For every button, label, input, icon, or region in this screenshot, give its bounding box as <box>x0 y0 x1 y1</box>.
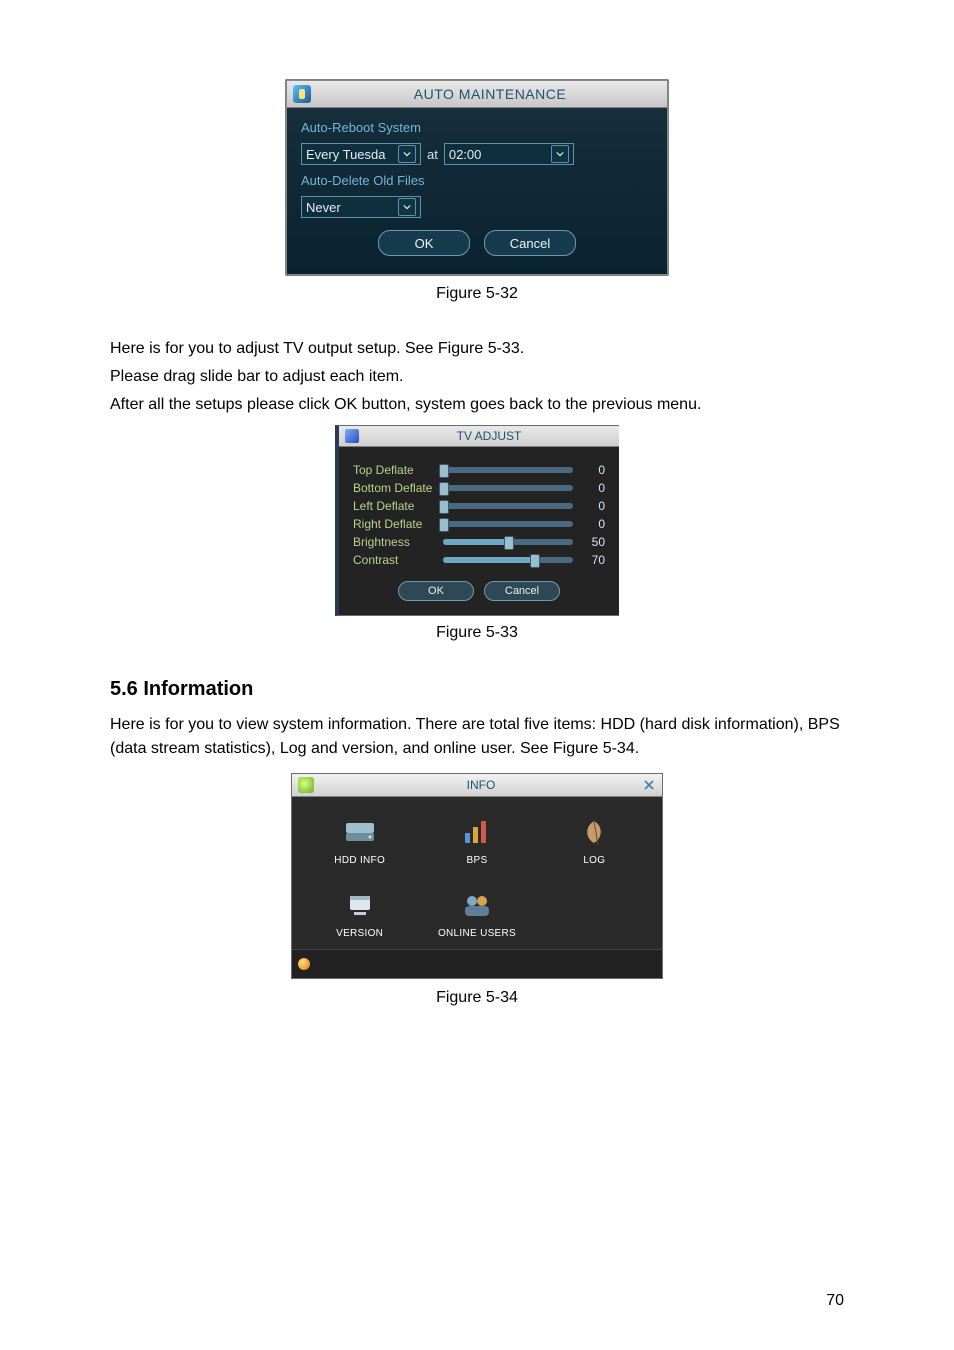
slider-row: Left Deflate 0 <box>353 499 605 513</box>
slider-row: Right Deflate 0 <box>353 517 605 531</box>
auto-reboot-label: Auto-Reboot System <box>301 118 653 137</box>
cancel-button[interactable]: Cancel <box>484 581 560 601</box>
slider-value: 0 <box>581 463 605 477</box>
tv-adjust-dialog: TV ADJUST Top Deflate0Bottom Deflate0Lef… <box>335 425 619 616</box>
slider-label: Top Deflate <box>353 463 441 477</box>
info-item-hdd[interactable]: HDD INFO <box>304 811 415 870</box>
ok-button[interactable]: OK <box>378 230 470 256</box>
body-text: After all the setups please click OK but… <box>110 393 844 417</box>
slider-value: 70 <box>581 553 605 567</box>
slider-track[interactable] <box>443 557 573 563</box>
info-dialog: INFO HDD INFO BPS LOG VERSION ONLINE USERS <box>291 773 663 979</box>
dialog-body: Auto-Reboot System Every Tuesda at 02:00… <box>287 108 667 274</box>
slider-label: Contrast <box>353 553 441 567</box>
reboot-day-select[interactable]: Every Tuesda <box>301 143 421 165</box>
body-text: Here is for you to adjust TV output setu… <box>110 337 844 361</box>
slider-label: Brightness <box>353 535 441 549</box>
section-heading: 5.6 Information <box>110 678 844 701</box>
tv-icon <box>345 429 359 443</box>
hdd-icon <box>340 815 380 849</box>
slider-value: 50 <box>581 535 605 549</box>
slider-track[interactable] <box>443 467 573 473</box>
reboot-day-value: Every Tuesda <box>306 147 386 162</box>
auto-delete-label: Auto-Delete Old Files <box>301 171 653 190</box>
dialog-body: Top Deflate 0 Bottom Deflate 0 Left Deflate 0… <box>339 447 619 615</box>
dialog-titlebar: TV ADJUST <box>339 426 619 447</box>
body-text: Here is for you to view system informati… <box>110 713 844 761</box>
info-menu-icon <box>298 777 314 793</box>
slider-row: Bottom Deflate 0 <box>353 481 605 495</box>
slider-value: 0 <box>581 481 605 495</box>
chevron-down-icon <box>398 198 416 216</box>
delete-files-select[interactable]: Never <box>301 196 421 218</box>
dialog-body: HDD INFO BPS LOG VERSION ONLINE USERS <box>292 797 662 949</box>
slider-row: Brightness 50 <box>353 535 605 549</box>
slider-thumb[interactable] <box>439 518 449 532</box>
chevron-down-icon <box>398 145 416 163</box>
info-item-label: BPS <box>467 855 488 866</box>
chevron-down-icon <box>551 145 569 163</box>
dialog-titlebar: AUTO MAINTENANCE <box>287 81 667 108</box>
figure-caption: Figure 5-33 <box>110 624 844 642</box>
slider-thumb[interactable] <box>504 536 514 550</box>
slider-label: Bottom Deflate <box>353 481 441 495</box>
at-label: at <box>427 147 438 162</box>
dialog-title: INFO <box>320 778 642 792</box>
slider-thumb[interactable] <box>439 482 449 496</box>
slider-label: Left Deflate <box>353 499 441 513</box>
close-icon[interactable] <box>642 778 656 792</box>
version-icon <box>340 888 380 922</box>
reboot-time-select[interactable]: 02:00 <box>444 143 574 165</box>
slider-thumb[interactable] <box>530 554 540 568</box>
dialog-titlebar: INFO <box>292 774 662 797</box>
hint-icon <box>298 958 310 970</box>
figure-caption: Figure 5-32 <box>110 285 844 303</box>
slider-value: 0 <box>581 499 605 513</box>
delete-files-value: Never <box>306 200 341 215</box>
dialog-title: AUTO MAINTENANCE <box>319 86 661 102</box>
online-icon <box>457 888 497 922</box>
info-item-version[interactable]: VERSION <box>304 884 415 943</box>
page-number: 70 <box>826 1292 844 1310</box>
info-item-label: LOG <box>583 855 605 866</box>
slider-row: Top Deflate 0 <box>353 463 605 477</box>
body-text: Please drag slide bar to adjust each ite… <box>110 365 844 389</box>
log-icon <box>574 815 614 849</box>
slider-track[interactable] <box>443 503 573 509</box>
cancel-button[interactable]: Cancel <box>484 230 576 256</box>
slider-row: Contrast 70 <box>353 553 605 567</box>
slider-label: Right Deflate <box>353 517 441 531</box>
slider-track[interactable] <box>443 521 573 527</box>
dialog-footer <box>292 949 662 978</box>
dialog-title: TV ADJUST <box>365 429 613 443</box>
info-item-label: ONLINE USERS <box>438 928 516 939</box>
empty-cell <box>539 884 650 943</box>
slider-track[interactable] <box>443 485 573 491</box>
reboot-time-value: 02:00 <box>449 147 482 162</box>
info-item-label: VERSION <box>336 928 383 939</box>
info-item-label: HDD INFO <box>334 855 385 866</box>
figure-caption: Figure 5-34 <box>110 989 844 1007</box>
slider-thumb[interactable] <box>439 500 449 514</box>
info-item-online[interactable]: ONLINE USERS <box>421 884 532 943</box>
auto-maintenance-dialog: AUTO MAINTENANCE Auto-Reboot System Ever… <box>286 80 668 275</box>
slider-thumb[interactable] <box>439 464 449 478</box>
info-item-log[interactable]: LOG <box>539 811 650 870</box>
ok-button[interactable]: OK <box>398 581 474 601</box>
slider-track[interactable] <box>443 539 573 545</box>
slider-value: 0 <box>581 517 605 531</box>
tools-icon <box>293 85 311 103</box>
info-item-bps[interactable]: BPS <box>421 811 532 870</box>
bps-icon <box>457 815 497 849</box>
